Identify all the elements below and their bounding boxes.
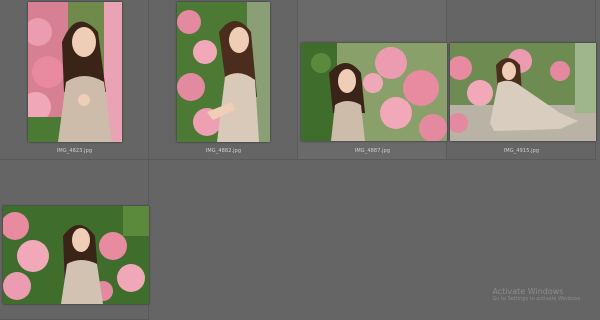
photo-filename: IMG_4882.jpg: [205, 148, 242, 154]
photo-thumbnail[interactable]: [3, 206, 149, 304]
photo-filename: IMG_4823.jpg: [56, 148, 93, 154]
photo-thumbnail[interactable]: [177, 2, 270, 142]
watermark-title: Activate Windows: [492, 287, 564, 296]
photo-grid: IMG_4823.jpg IMG_4882.jpg IMG_4887.jpg I…: [0, 0, 600, 320]
grid-cell[interactable]: IMG_4882.jpg: [149, 0, 298, 160]
photo-thumbnail[interactable]: [301, 43, 447, 141]
grid-cell[interactable]: IMG_4915.jpg: [447, 0, 596, 160]
grid-cell[interactable]: [0, 160, 149, 320]
activate-windows-watermark: Activate Windows Go to Settings to activ…: [492, 287, 582, 302]
watermark-subtitle: Go to Settings to activate Windows.: [492, 296, 582, 302]
photo-filename: IMG_4887.jpg: [354, 148, 391, 154]
grid-cell-selected[interactable]: IMG_4887.jpg: [298, 0, 447, 160]
grid-cell[interactable]: IMG_4823.jpg: [0, 0, 149, 160]
photo-thumbnail[interactable]: [450, 43, 596, 141]
photo-thumbnail[interactable]: [28, 2, 122, 142]
photo-filename: IMG_4915.jpg: [503, 148, 540, 154]
